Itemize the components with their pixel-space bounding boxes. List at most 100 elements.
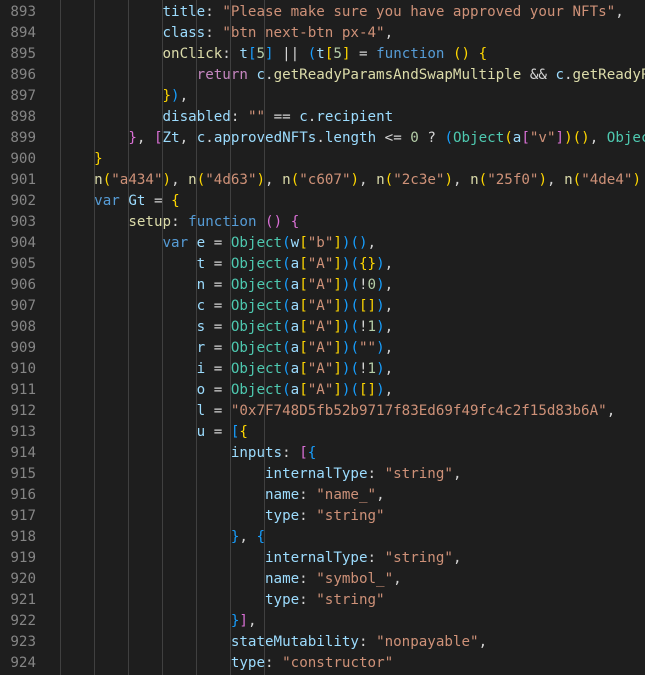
code-token: ) [581,130,590,146]
code-line[interactable]: 898 disabled: "" == c.recipient [0,107,645,128]
code-token: , [452,466,462,482]
code-line[interactable]: 913 u = [{ [0,422,645,443]
code-token: , [136,130,154,146]
code-token: ( [350,298,359,314]
code-line[interactable]: 924 type: "constructor" [0,653,645,674]
line-number: 905 [10,256,36,272]
code-token: ( [282,361,291,377]
code-token: a [290,277,300,293]
code-token: r [196,340,206,356]
code-line[interactable]: 917 type: "string" [0,506,645,527]
line-number: 897 [10,88,36,104]
code-line[interactable]: 894 class: "btn next-btn px-4", [0,23,645,44]
code-line[interactable]: 906 n = Object(a["A"])(!0), [0,275,645,296]
code-line[interactable]: 918 }, { [0,527,645,548]
code-token: . [316,130,325,146]
code-token: . [564,67,573,83]
code-token: o [196,382,206,398]
line-number: 913 [10,424,36,440]
code-line[interactable]: 908 s = Object(a["A"])(!1), [0,317,645,338]
line-number: 902 [10,193,36,209]
code-content: setup: function () { [60,212,299,233]
code-token: = [205,277,231,293]
code-token: internalType [265,466,368,482]
code-token: "nonpayable" [376,634,479,650]
code-content: internalType: "string", [60,548,461,569]
code-token: "c607" [299,172,351,188]
code-line[interactable]: 896 return c.getReadyParamsAndSwapMultip… [0,65,645,86]
code-line[interactable]: 916 name: "name_", [0,485,645,506]
code-token: "a434" [111,172,163,188]
code-line[interactable]: 911 o = Object(a["A"])([]), [0,380,645,401]
code-line[interactable]: 901 n("a434"), n("4d63"), n("c607"), n("… [0,170,645,191]
code-token: : [205,25,223,41]
code-token: type [265,592,300,608]
code-line[interactable]: 893 title: "Please make sure you have ap… [0,2,645,23]
code-token: ) [171,88,180,104]
line-number: 922 [10,613,36,629]
code-token: = [145,193,172,209]
code-line[interactable]: 912 l = "0x7F748D5fb52b9717f83Ed69f49fc4… [0,401,645,422]
code-token: "A" [307,256,334,272]
code-token: ( [478,172,488,188]
code-line[interactable]: 899 }, [Zt, c.approvedNFTs.length <= 0 ?… [0,128,645,149]
code-token: , [606,403,616,419]
code-token: [ [299,382,308,398]
code-token: = [205,340,231,356]
code-line[interactable]: 900 } [0,149,645,170]
code-token: : [299,508,317,524]
code-token: ( [572,172,582,188]
code-token: = [205,382,231,398]
code-token: t [196,256,206,272]
code-token: ( [350,340,359,356]
code-token: Object [230,235,283,251]
code-token: var [162,235,189,251]
code-line[interactable]: 923 stateMutability: "nonpayable", [0,632,645,653]
code-token: , [265,172,283,188]
code-token: ) [564,130,573,146]
code-content: }, [Zt, c.approvedNFTs.length <= 0 ? (Ob… [60,128,645,149]
code-content: n = Object(a["A"])(!0), [60,275,394,296]
code-line[interactable]: 903 setup: function () { [0,212,645,233]
code-line[interactable]: 914 inputs: [{ [0,443,645,464]
code-token: c [196,130,206,146]
code-line[interactable]: 907 c = Object(a["A"])([]), [0,296,645,317]
code-token: "string" [316,508,385,524]
code-line[interactable]: 921 type: "string" [0,590,645,611]
code-token: = [205,256,231,272]
line-number: 899 [10,130,36,146]
code-token: , [247,613,257,629]
line-number: 906 [10,277,36,293]
code-line[interactable]: 922 }], [0,611,645,632]
code-token: : [367,466,385,482]
code-token: { [256,529,266,545]
code-line[interactable]: 915 internalType: "string", [0,464,645,485]
code-token: : [282,445,300,461]
code-line[interactable]: 904 var e = Object(w["b"])(), [0,233,645,254]
code-content: type: "string" [60,506,385,527]
code-line[interactable]: 897 }), [0,86,645,107]
code-token: approvedNFTs [213,130,317,146]
code-line[interactable]: 919 internalType: "string", [0,548,645,569]
code-token: ] [333,235,342,251]
code-line[interactable]: 895 onClick: t[5] || (t[5] = function ()… [0,44,645,65]
code-line[interactable]: 902 var Gt = { [0,191,645,212]
code-line[interactable]: 905 t = Object(a["A"])({}), [0,254,645,275]
code-token: a [290,340,300,356]
code-token: ( [504,130,513,146]
code-line[interactable]: 920 name: "symbol_", [0,569,645,590]
code-editor[interactable]: 893 title: "Please make sure you have ap… [0,0,645,675]
code-token: disabled [162,109,231,125]
code-line[interactable]: 909 r = Object(a["A"])(""), [0,338,645,359]
code-token: "b" [307,235,334,251]
code-line[interactable]: 910 i = Object(a["A"])(!1), [0,359,645,380]
code-content: title: "Please make sure you have approv… [60,2,624,23]
code-token: , [359,172,377,188]
code-content: u = [{ [60,422,248,443]
code-token: ) [376,361,385,377]
code-token: ? [418,130,445,146]
